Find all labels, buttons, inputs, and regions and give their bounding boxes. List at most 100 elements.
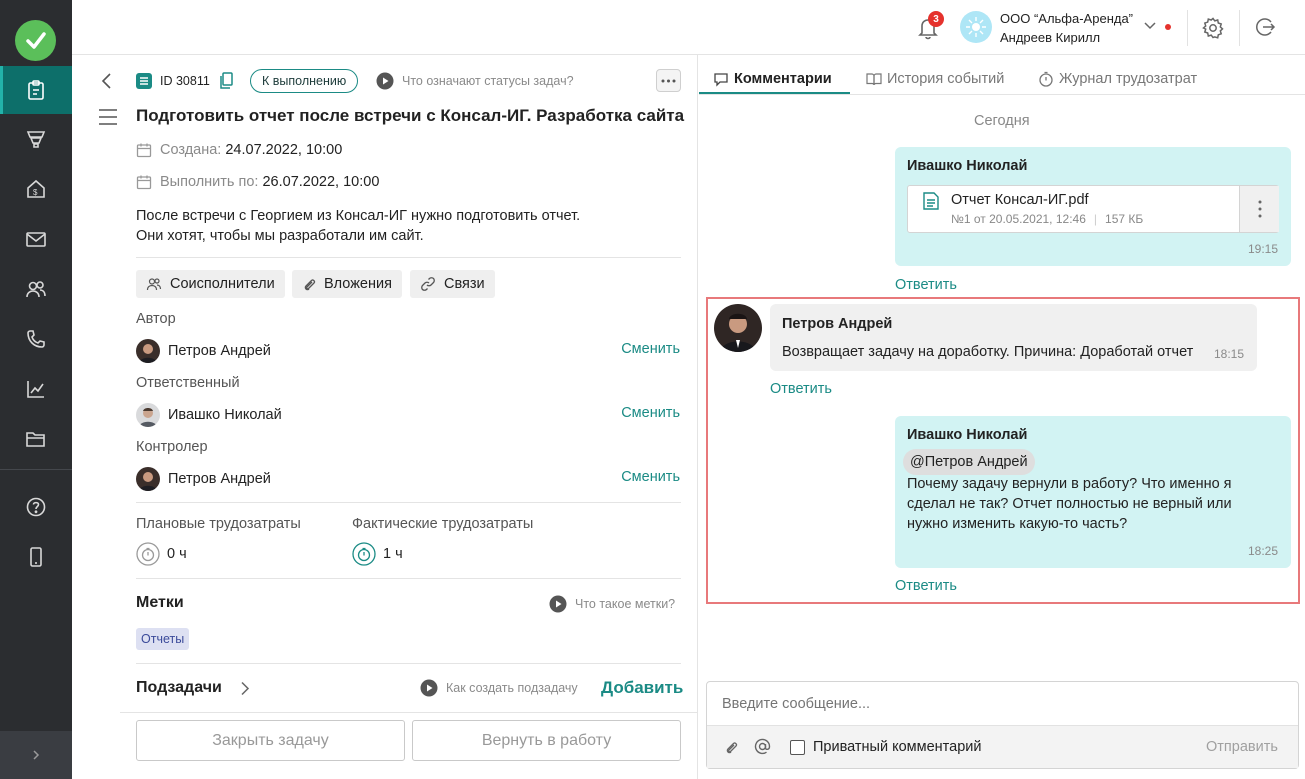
links-label: Связи xyxy=(444,276,485,292)
svg-text:$: $ xyxy=(33,188,38,197)
responsible-name: Ивашко Николай xyxy=(168,407,282,423)
sidebar-item-reports[interactable] xyxy=(0,365,72,413)
planned-value[interactable]: 0 ч xyxy=(167,546,187,562)
users-icon xyxy=(26,281,46,298)
actual-value[interactable]: 1 ч xyxy=(383,546,403,562)
tab-history[interactable]: История событий xyxy=(866,71,1004,87)
comment-line: Почему задачу вернули в работу? Что имен… xyxy=(907,476,1232,492)
at-sign-icon xyxy=(754,738,771,755)
actual-label: Фактические трудозатраты xyxy=(352,516,534,532)
attachment-menu-button[interactable] xyxy=(1239,186,1279,232)
attachment-card[interactable]: Отчет Консал-ИГ.pdf №1 от 20.05.2021, 12… xyxy=(907,185,1279,233)
reply-link[interactable]: Ответить xyxy=(895,578,957,594)
settings-button[interactable] xyxy=(1201,16,1225,40)
notifications-badge: 3 xyxy=(928,11,944,27)
sidebar-item-contacts[interactable] xyxy=(0,265,72,313)
mobile-icon xyxy=(30,547,42,567)
subtasks-help-link[interactable]: Как создать подзадачу xyxy=(446,681,578,695)
task-status-badge[interactable]: К выполнению xyxy=(250,69,359,93)
reply-link[interactable]: Ответить xyxy=(770,381,832,397)
sidebar-item-mail[interactable] xyxy=(0,215,72,263)
logout-button[interactable] xyxy=(1254,16,1276,38)
sidebar-item-mobile[interactable] xyxy=(0,533,72,581)
more-button[interactable] xyxy=(656,69,681,92)
avatar xyxy=(714,304,762,352)
close-task-button[interactable]: Закрыть задачу xyxy=(136,720,405,761)
attachments-chip[interactable]: Вложения xyxy=(292,270,402,298)
more-vertical-icon xyxy=(1258,200,1261,218)
change-controller-link[interactable]: Сменить xyxy=(621,469,680,485)
message-composer: Приватный комментарий Отправить xyxy=(706,681,1299,769)
change-responsible-link[interactable]: Сменить xyxy=(621,405,680,421)
sidebar-item-tasks[interactable] xyxy=(0,66,72,114)
links-chip[interactable]: Связи xyxy=(410,270,495,298)
comment-time: 18:15 xyxy=(1214,347,1245,361)
calendar-icon xyxy=(136,175,152,190)
subtasks-title[interactable]: Подзадачи xyxy=(136,679,222,697)
description-line: После встречи с Георгием из Консал-ИГ ну… xyxy=(136,208,581,224)
chevron-left-icon xyxy=(101,73,111,89)
sidebar-item-realty[interactable]: $ xyxy=(0,165,72,213)
day-separator: Сегодня xyxy=(974,113,1030,129)
menu-button[interactable] xyxy=(98,108,118,126)
folder-icon xyxy=(26,432,45,447)
created-value: 24.07.2022, 10:00 xyxy=(225,142,343,158)
subtasks-expand[interactable] xyxy=(240,681,250,696)
divider xyxy=(136,663,681,664)
book-icon xyxy=(866,73,882,86)
divider xyxy=(120,712,698,713)
private-checkbox[interactable] xyxy=(790,740,805,755)
due-date: Выполнить по: 26.07.2022, 10:00 xyxy=(136,174,379,190)
clipboard-icon xyxy=(28,80,44,100)
sidebar-item-calls[interactable] xyxy=(0,315,72,363)
sidebar-item-help[interactable] xyxy=(0,483,72,531)
account-dropdown-button[interactable] xyxy=(1143,21,1157,31)
chevron-down-icon xyxy=(1144,22,1156,30)
return-to-work-button[interactable]: Вернуть в работу xyxy=(412,720,681,761)
author-label: Автор xyxy=(136,311,176,327)
play-icon xyxy=(376,72,394,90)
author-person: Петров Андрей xyxy=(136,339,271,363)
app-logo[interactable] xyxy=(15,20,56,61)
comment-time: 19:15 xyxy=(1248,242,1279,256)
attachments-label: Вложения xyxy=(324,276,392,292)
topbar-divider xyxy=(1239,10,1240,46)
send-button[interactable]: Отправить xyxy=(1206,739,1278,755)
comment-author: Петров Андрей xyxy=(782,316,893,332)
hamburger-icon xyxy=(99,109,117,125)
due-value: 26.07.2022, 10:00 xyxy=(262,174,380,190)
change-author-link[interactable]: Сменить xyxy=(621,341,680,357)
back-button[interactable] xyxy=(100,72,114,90)
sidebar-item-funnel[interactable] xyxy=(0,115,72,163)
responsible-label: Ответственный xyxy=(136,375,240,391)
tags-help-link[interactable]: Что такое метки? xyxy=(575,597,675,611)
tab-comments[interactable]: Комментарии xyxy=(713,71,832,87)
private-label: Приватный комментарий xyxy=(813,739,982,755)
attachment-size: 157 КБ xyxy=(1105,212,1144,226)
coexecutors-chip[interactable]: Соисполнители xyxy=(136,270,285,298)
controller-person: Петров Андрей xyxy=(136,467,271,491)
account-switcher[interactable]: ООО “Альфа-Аренда” Андреев Кирилл xyxy=(1000,9,1133,47)
mention-chip[interactable]: @Петров Андрей xyxy=(903,449,1035,475)
task-type-icon xyxy=(136,73,152,89)
company-logo xyxy=(960,11,992,43)
sidebar-expand-button[interactable] xyxy=(0,731,72,779)
tag-chip[interactable]: Отчеты xyxy=(136,628,190,650)
play-icon xyxy=(549,595,567,613)
tab-timelog[interactable]: Журнал трудозатрат xyxy=(1038,71,1197,87)
avatar xyxy=(136,339,160,363)
author-name: Петров Андрей xyxy=(168,343,271,359)
status-dot xyxy=(1165,24,1171,30)
attachment-version: №1 от 20.05.2021, 12:46 xyxy=(951,212,1086,226)
copy-id-button[interactable] xyxy=(220,72,234,89)
message-input[interactable] xyxy=(722,693,1282,715)
chevron-right-icon xyxy=(33,750,40,760)
sidebar-item-documents[interactable] xyxy=(0,415,72,463)
status-help-link[interactable]: Что означают статусы задач? xyxy=(402,74,574,88)
logout-icon xyxy=(1256,18,1276,36)
reply-link[interactable]: Ответить xyxy=(895,277,957,293)
attach-button[interactable] xyxy=(724,739,738,755)
mention-button[interactable] xyxy=(754,738,771,755)
comment-author: Ивашко Николай xyxy=(907,427,1028,443)
add-subtask-button[interactable]: Добавить xyxy=(601,678,683,698)
